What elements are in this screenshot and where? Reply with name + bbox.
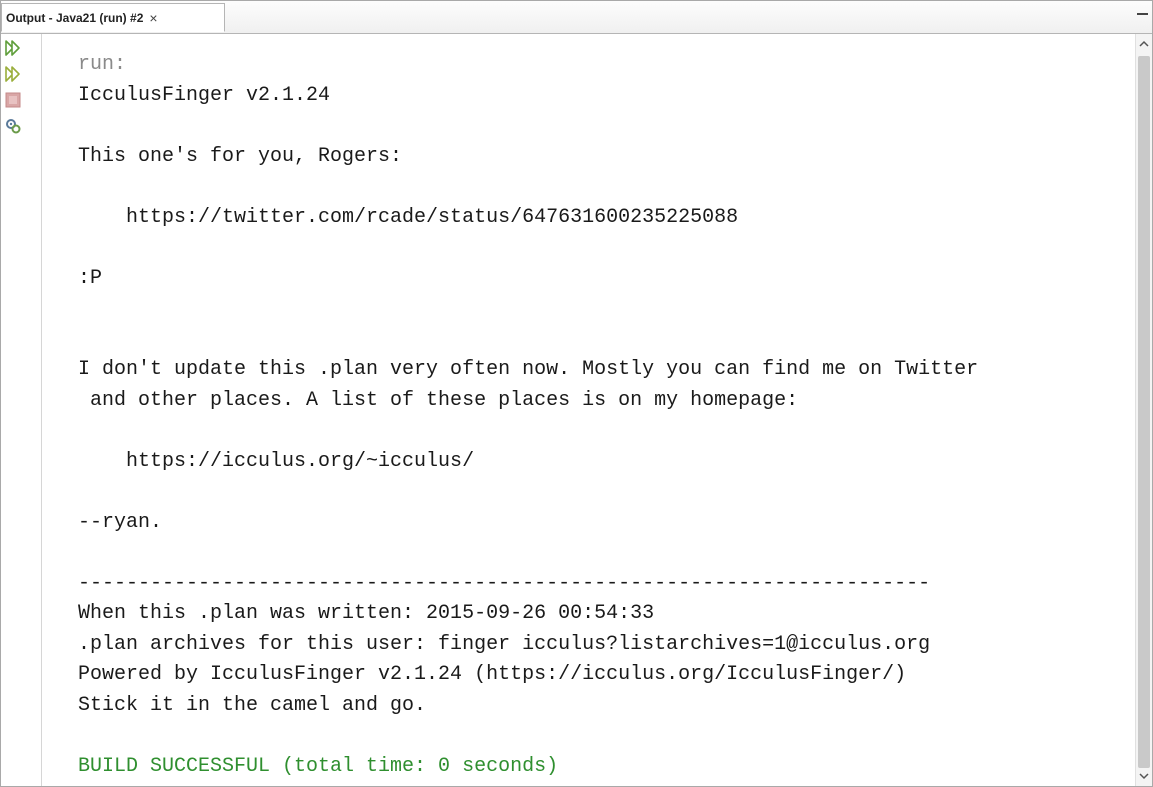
scroll-up-icon[interactable] bbox=[1136, 36, 1152, 52]
console-line: This one's for you, Rogers: bbox=[78, 144, 403, 168]
console-line: --ryan. bbox=[78, 510, 163, 534]
console-line: ----------------------------------------… bbox=[78, 571, 931, 595]
stop-icon[interactable] bbox=[3, 90, 23, 110]
console-line: .plan archives for this user: finger icc… bbox=[78, 632, 931, 656]
console-line: IcculusFinger v2.1.24 bbox=[78, 83, 331, 107]
console-line: https://icculus.org/~icculus/ bbox=[78, 449, 475, 473]
build-status-line: BUILD SUCCESSFUL (total time: 0 seconds) bbox=[78, 754, 559, 778]
console-line: Powered by IcculusFinger v2.1.24 (https:… bbox=[78, 663, 907, 686]
rerun-with-different-parameters-icon[interactable] bbox=[3, 64, 23, 84]
console-line: When this .plan was written: 2015-09-26 … bbox=[78, 602, 655, 625]
scroll-down-icon[interactable] bbox=[1136, 768, 1152, 784]
console-line: I don't update this .plan very often now… bbox=[78, 358, 979, 381]
console-line: run: bbox=[78, 53, 127, 76]
rerun-icon[interactable] bbox=[3, 38, 23, 58]
console-text: run: IcculusFinger v2.1.24 This one's for … bbox=[78, 50, 978, 782]
console-line: https://twitter.com/rcade/status/6476316… bbox=[78, 205, 739, 229]
scrollbar-thumb[interactable] bbox=[1138, 56, 1150, 768]
minimize-icon[interactable] bbox=[1136, 7, 1148, 21]
output-window: Output - Java21 (run) #2 × run: IcculusF… bbox=[0, 0, 1153, 787]
vertical-scrollbar[interactable] bbox=[1135, 34, 1152, 786]
close-icon[interactable]: × bbox=[149, 10, 157, 26]
output-console[interactable]: run: IcculusFinger v2.1.24 This one's for … bbox=[42, 34, 1135, 786]
running-process-settings-icon[interactable] bbox=[3, 116, 23, 136]
tab-bar: Output - Java21 (run) #2 × bbox=[1, 1, 1152, 34]
tab-output-java21[interactable]: Output - Java21 (run) #2 × bbox=[1, 3, 225, 32]
tab-title: Output - Java21 (run) #2 bbox=[6, 10, 144, 25]
console-line: and other places. A list of these places… bbox=[78, 388, 799, 412]
console-line: :P bbox=[78, 266, 103, 290]
output-toolbar bbox=[1, 34, 42, 786]
console-line: Stick it in the camel and go. bbox=[78, 693, 427, 717]
